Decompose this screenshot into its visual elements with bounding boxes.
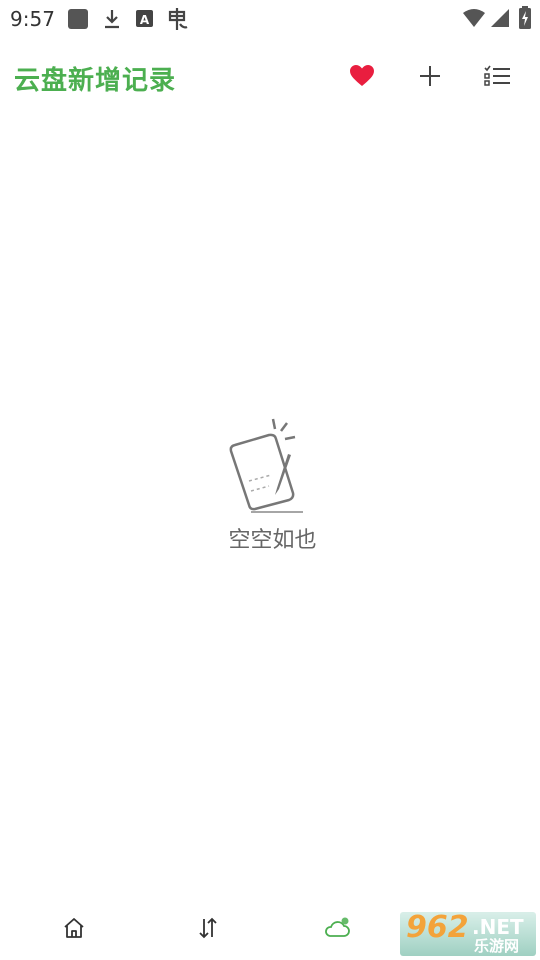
sort-arrows-icon (196, 916, 220, 944)
battery-charging-icon (518, 6, 532, 34)
app-square-icon (67, 8, 89, 34)
empty-state-text: 空空如也 (228, 528, 317, 553)
page-title: 云盘新增记录 (14, 66, 177, 96)
favorite-button[interactable] (346, 62, 378, 94)
status-time: 9:57 (10, 7, 55, 31)
watermark-site-name: 乐游网 (474, 937, 520, 955)
add-button[interactable] (414, 62, 446, 94)
task-list-button[interactable] (481, 62, 513, 94)
app-header: 云盘新增记录 (0, 50, 540, 104)
heart-icon (349, 64, 375, 92)
home-icon (62, 916, 86, 944)
signal-icon (490, 8, 510, 32)
font-a-icon: A (135, 9, 155, 33)
empty-notes-icon (225, 415, 307, 519)
nav-cloud[interactable] (319, 912, 355, 948)
checklist-icon (483, 64, 511, 92)
input-method-icon (166, 6, 190, 36)
site-watermark: 962 .NET 乐游网 (400, 912, 536, 956)
cloud-icon (323, 916, 351, 944)
nav-transfer[interactable] (190, 912, 226, 948)
plus-icon (418, 64, 442, 92)
download-icon (102, 8, 122, 34)
watermark-number: 962 (406, 912, 469, 945)
svg-text:A: A (140, 13, 150, 27)
nav-home[interactable] (56, 912, 92, 948)
wifi-icon (462, 8, 486, 32)
status-bar: 9:57 A (0, 0, 540, 38)
